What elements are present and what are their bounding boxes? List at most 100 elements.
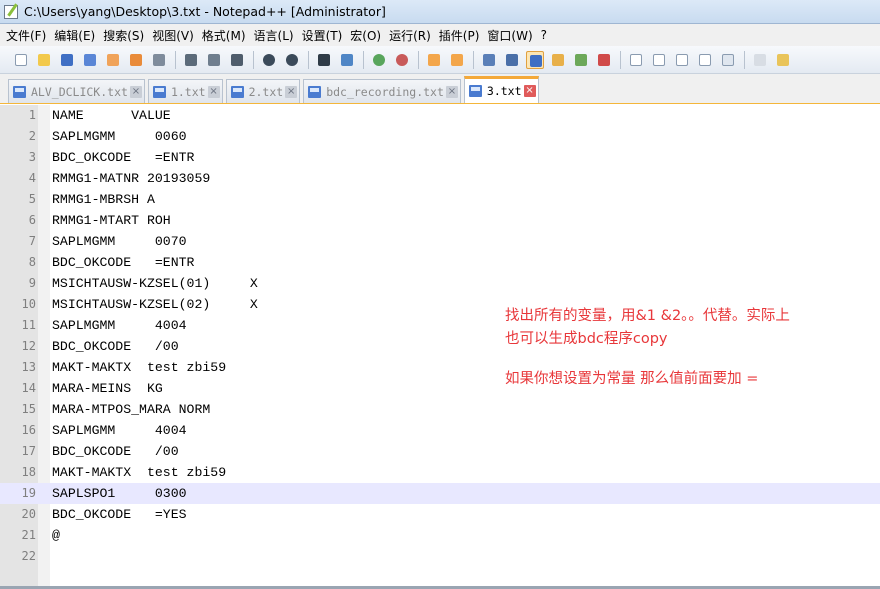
menu-file[interactable]: 文件(F) [4, 27, 52, 44]
undo-icon[interactable] [260, 51, 278, 69]
save-all-icon[interactable] [81, 51, 99, 69]
line-text[interactable]: MSICHTAUSW-KZSEL(01) X [52, 276, 258, 291]
line-text[interactable]: BDC_OKCODE =ENTR [52, 255, 194, 270]
cut-icon[interactable] [182, 51, 200, 69]
word-wrap-icon[interactable] [480, 51, 498, 69]
close-icon[interactable] [104, 51, 122, 69]
line-text[interactable]: RMMG1-MTART ROH [52, 213, 171, 228]
code-line[interactable]: 20 BDC_OKCODE =YES [0, 504, 880, 525]
line-text[interactable]: RMMG1-MBRSH A [52, 192, 155, 207]
menu-language[interactable]: 语言(L) [252, 27, 300, 44]
indent-guide-icon[interactable] [526, 50, 544, 69]
save-icon[interactable] [58, 51, 76, 69]
function-list-icon[interactable] [595, 51, 613, 69]
line-text[interactable]: BDC_OKCODE /00 [52, 339, 179, 354]
spell-options-icon[interactable] [774, 51, 792, 69]
line-text[interactable]: MAKT-MAKTX test zbi59 [52, 360, 226, 375]
text-lines[interactable]: 1 NAME VALUE 2 SAPLMGMM 0060 3 BDC_OKCODE =EN… [0, 105, 880, 567]
code-line[interactable]: 18 MAKT-MAKTX test zbi59 [0, 462, 880, 483]
menu-macro[interactable]: 宏(O) [348, 27, 387, 44]
code-line[interactable]: 1 NAME VALUE [0, 105, 880, 126]
code-line[interactable]: 22 [0, 546, 880, 567]
open-file-icon[interactable] [35, 51, 53, 69]
spell-check-icon[interactable] [751, 51, 769, 69]
folder-workspace-icon[interactable] [572, 51, 590, 69]
zoom-out-icon[interactable] [393, 51, 411, 69]
line-text[interactable]: SAPLSPO1 0300 [52, 486, 187, 501]
close-icon[interactable]: × [285, 85, 298, 98]
code-line[interactable]: 21 @ [0, 525, 880, 546]
line-text[interactable]: MARA-MTPOS_MARA NORM [52, 402, 210, 417]
close-icon[interactable]: × [129, 85, 142, 98]
tab-bdc-recording[interactable]: bdc_recording.txt × [303, 79, 461, 103]
line-text[interactable]: BDC_OKCODE =ENTR [52, 150, 194, 165]
find-icon[interactable] [315, 51, 333, 69]
line-text[interactable]: MAKT-MAKTX test zbi59 [52, 465, 226, 480]
sync-h-icon[interactable] [448, 51, 466, 69]
menu-view[interactable]: 视图(V) [150, 27, 200, 44]
menu-format[interactable]: 格式(M) [200, 27, 252, 44]
close-icon[interactable]: × [207, 85, 220, 98]
macro-stop-icon[interactable] [650, 51, 668, 69]
code-line[interactable]: 16 SAPLMGMM 4004 [0, 420, 880, 441]
tab-2-txt[interactable]: 2.txt × [225, 79, 301, 103]
menu-edit[interactable]: 编辑(E) [52, 27, 101, 44]
line-text[interactable]: NAME VALUE [52, 108, 171, 123]
paste-icon[interactable] [228, 51, 246, 69]
tab-1-txt[interactable]: 1.txt × [147, 79, 223, 103]
line-text[interactable]: MARA-MEINS KG [52, 381, 163, 396]
menu-plugins[interactable]: 插件(P) [437, 27, 486, 44]
macro-play-icon[interactable] [673, 51, 691, 69]
file-saved-icon [230, 85, 244, 98]
code-line[interactable]: 8 BDC_OKCODE =ENTR [0, 252, 880, 273]
code-line[interactable]: 9 MSICHTAUSW-KZSEL(01) X [0, 273, 880, 294]
line-text[interactable]: SAPLMGMM 0060 [52, 129, 187, 144]
sync-v-icon[interactable] [425, 51, 443, 69]
code-line[interactable]: 19 SAPLSPO1 0300 [0, 483, 880, 504]
zoom-in-icon[interactable] [370, 51, 388, 69]
line-text[interactable]: BDC_OKCODE /00 [52, 444, 179, 459]
toolbar [0, 46, 880, 74]
doc-map-icon[interactable] [549, 51, 567, 69]
code-line[interactable]: 4 RMMG1-MATNR 20193059 [0, 168, 880, 189]
line-text[interactable]: MSICHTAUSW-KZSEL(02) X [52, 297, 258, 312]
new-file-icon[interactable] [12, 51, 30, 69]
all-chars-icon[interactable] [503, 51, 521, 69]
code-line[interactable]: 15 MARA-MTPOS_MARA NORM [0, 399, 880, 420]
macro-record-icon[interactable] [627, 51, 645, 69]
close-icon[interactable]: × [445, 85, 458, 98]
line-text[interactable]: SAPLMGMM 0070 [52, 234, 187, 249]
print-icon[interactable] [150, 51, 168, 69]
redo-icon[interactable] [283, 51, 301, 69]
code-line[interactable]: 6 RMMG1-MTART ROH [0, 210, 880, 231]
tab-3-txt[interactable]: 3.txt × [463, 76, 539, 103]
macro-run-multiple-icon[interactable] [696, 51, 714, 69]
menu-run[interactable]: 运行(R) [387, 27, 437, 44]
copy-icon[interactable] [205, 51, 223, 69]
tab-label: 2.txt [248, 84, 284, 99]
code-line[interactable]: 17 BDC_OKCODE /00 [0, 441, 880, 462]
code-line[interactable]: 3 BDC_OKCODE =ENTR [0, 147, 880, 168]
toolbar-separator [363, 50, 364, 69]
line-text[interactable]: RMMG1-MATNR 20193059 [52, 171, 210, 186]
menu-window[interactable]: 窗口(W) [485, 27, 538, 44]
replace-icon[interactable] [338, 51, 356, 69]
line-text[interactable]: SAPLMGMM 4004 [52, 318, 187, 333]
menu-settings[interactable]: 设置(T) [300, 27, 349, 44]
line-text[interactable]: SAPLMGMM 4004 [52, 423, 187, 438]
line-text[interactable]: @ [52, 528, 60, 543]
line-text[interactable]: BDC_OKCODE =YES [52, 507, 187, 522]
close-icon[interactable]: × [523, 85, 536, 97]
menu-help[interactable]: ? [539, 28, 553, 42]
code-line[interactable]: 5 RMMG1-MBRSH A [0, 189, 880, 210]
code-line[interactable]: 12 BDC_OKCODE /00 [0, 336, 880, 357]
menu-search[interactable]: 搜索(S) [101, 27, 150, 44]
annotation-note-line1: 找出所有的变量，用&1 &2。。代替。实际上 [505, 308, 790, 324]
macro-save-icon[interactable] [719, 51, 737, 69]
code-line[interactable]: 7 SAPLMGMM 0070 [0, 231, 880, 252]
tab-alv-dclick[interactable]: ALV_DCLICK.txt × [8, 79, 145, 103]
code-line[interactable]: 2 SAPLMGMM 0060 [0, 126, 880, 147]
close-all-icon[interactable] [127, 51, 145, 69]
file-saved-icon [308, 85, 322, 98]
editor-area[interactable]: 1 NAME VALUE 2 SAPLMGMM 0060 3 BDC_OKCODE =EN… [0, 105, 880, 589]
